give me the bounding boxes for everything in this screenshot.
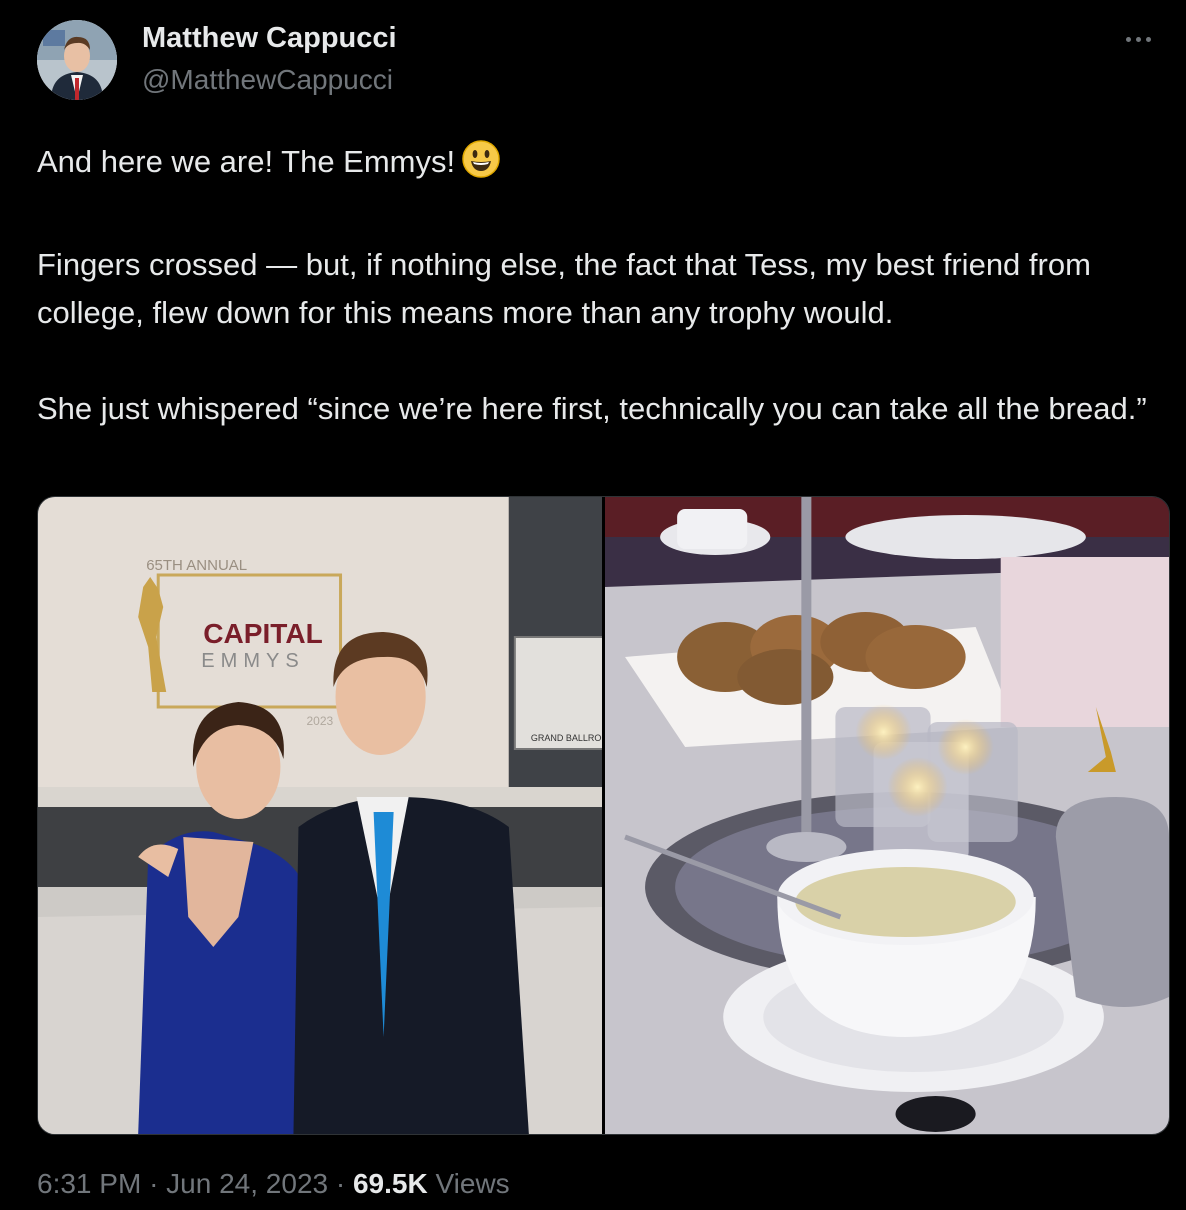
avatar[interactable] [37,20,117,100]
banner-title: CAPITAL [203,618,322,649]
meta-separator-1: · [149,1168,159,1199]
tweet-text: And here we are! The Emmys! Fingers cros… [37,138,1157,433]
tweet-paragraph-2: Fingers crossed — but, if nothing else, … [37,247,1091,330]
views-label: Views [435,1168,510,1199]
media-grid: 65TH ANNUAL CAPITAL EMMYS 2023 GRAND BAL… [37,496,1170,1135]
banner-edition: 65TH ANNUAL [146,557,247,574]
tweet-paragraph-3: She just whispered “since we’re here fir… [37,391,1147,426]
tweet-date[interactable]: Jun 24, 2023 [166,1168,328,1199]
sign-text: GRAND BALLROOM [531,733,602,743]
more-options-icon[interactable] [1116,24,1160,54]
banner-year: 2023 [306,714,333,728]
author-handle[interactable]: @MatthewCappucci [142,64,393,96]
photo-table[interactable] [605,497,1169,1134]
tweet-meta: 6:31 PM · Jun 24, 2023 · 69.5K Views [37,1168,510,1200]
tweet: Matthew Cappucci @MatthewCappucci And he… [0,0,1186,1210]
tweet-paragraph-1: And here we are! The Emmys! [37,138,1157,193]
banner-subtitle: EMMYS [201,650,304,672]
author-name[interactable]: Matthew Cappucci [142,22,397,55]
tweet-line-1: And here we are! The Emmys! [37,144,456,179]
views-count: 69.5K [352,1168,428,1199]
photo-couple[interactable]: 65TH ANNUAL CAPITAL EMMYS 2023 GRAND BAL… [38,497,602,1134]
meta-separator-2: · [335,1168,346,1199]
smiling-face-icon [461,139,501,193]
tweet-time[interactable]: 6:31 PM [37,1168,141,1199]
